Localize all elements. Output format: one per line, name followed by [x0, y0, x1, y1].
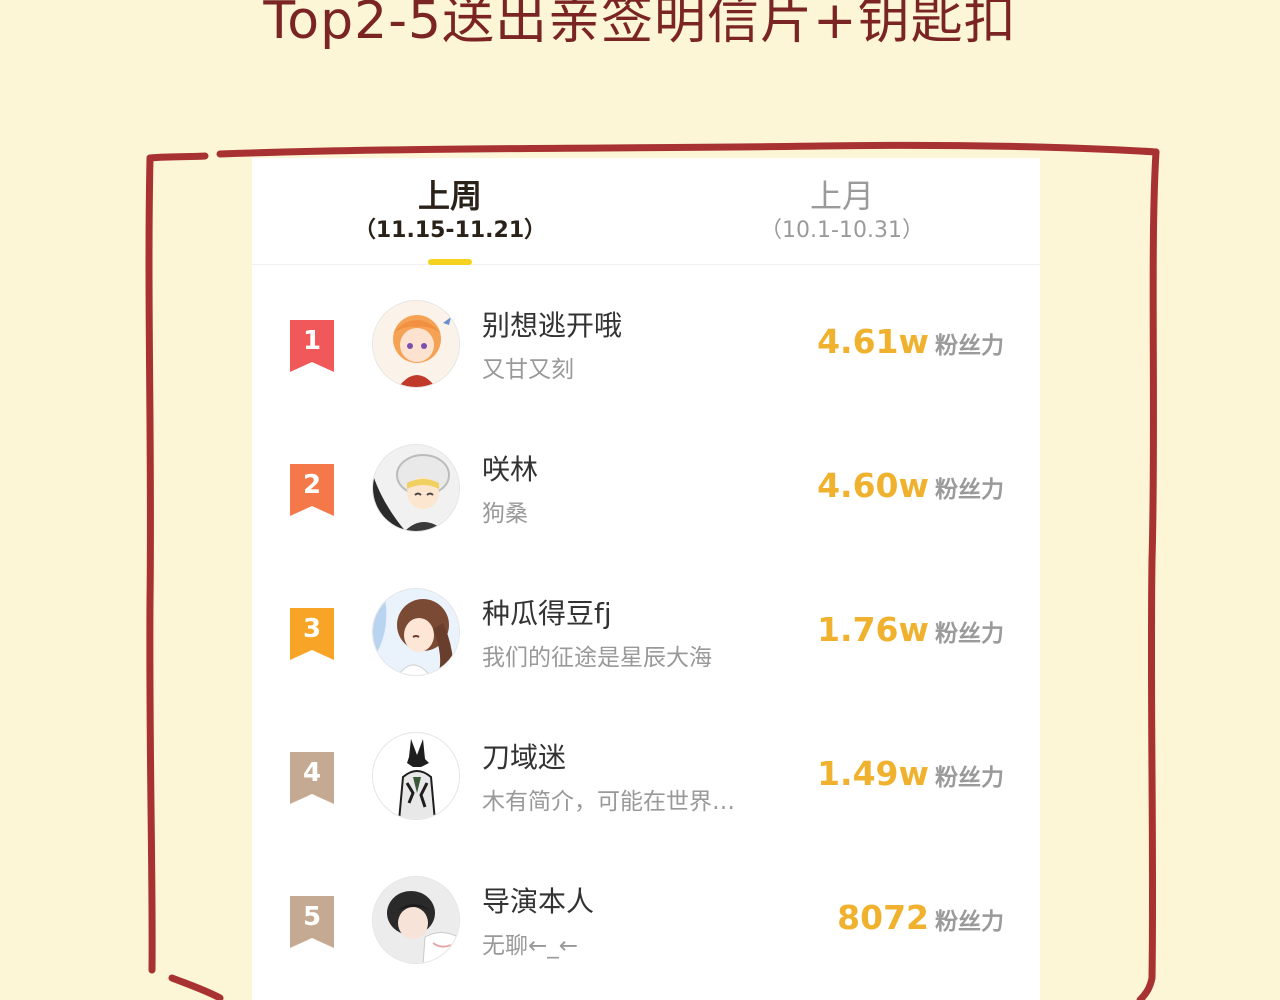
- rank-number: 4: [302, 758, 322, 788]
- user-bio: 狗桑: [482, 501, 528, 527]
- user-bio: 无聊←_←: [482, 933, 579, 959]
- knit-hat-boy-avatar[interactable]: [372, 444, 460, 532]
- fans-value: 4.60w: [817, 466, 929, 505]
- period-tabs: 上周 （11.15-11.21） 上月 （10.1-10.31）: [252, 158, 1040, 265]
- ranking-list: 1 别想逃开哦 又甘又刻 4.61w 粉丝力 2 咲林 狗桑 4.60w 粉丝力…: [252, 264, 1040, 984]
- fans-unit: 粉丝力: [935, 909, 1004, 935]
- fans-unit: 粉丝力: [935, 477, 1004, 503]
- user-name: 种瓜得豆fj: [482, 597, 612, 630]
- tab-label: 上月: [809, 177, 874, 215]
- rank-badge: 1: [290, 320, 334, 372]
- anime-girl-avatar[interactable]: [372, 300, 460, 388]
- fans-value: 8072: [837, 898, 929, 937]
- user-bio: 木有简介，可能在世界…: [482, 789, 735, 815]
- fans-unit: 粉丝力: [935, 621, 1004, 647]
- rank-badge: 2: [290, 464, 334, 516]
- ranking-row[interactable]: 5 导演本人 无聊←_← 8072 粉丝力: [252, 840, 1040, 984]
- dark-hair-boy-avatar[interactable]: [372, 876, 460, 964]
- tab-date-range: （11.15-11.21）: [353, 218, 547, 243]
- rank-number: 2: [302, 470, 322, 500]
- rank-badge: 3: [290, 608, 334, 660]
- fans-score: 4.60w 粉丝力: [817, 466, 1004, 505]
- rank-number: 5: [302, 902, 322, 932]
- user-name: 导演本人: [482, 885, 595, 918]
- jackal-warrior-avatar[interactable]: [372, 732, 460, 820]
- banner-title: Top2-5送出亲签明信片+钥匙扣: [263, 0, 1017, 51]
- ranking-row[interactable]: 4 刀域迷 木有简介，可能在世界… 1.49w 粉丝力: [252, 696, 1040, 840]
- fans-value: 1.49w: [817, 754, 929, 793]
- ranking-row[interactable]: 2 咲林 狗桑 4.60w 粉丝力: [252, 408, 1040, 552]
- tab-last-week[interactable]: 上周 （11.15-11.21）: [300, 176, 600, 246]
- fans-unit: 粉丝力: [935, 333, 1004, 359]
- ranking-row[interactable]: 1 别想逃开哦 又甘又刻 4.61w 粉丝力: [252, 264, 1040, 408]
- fans-unit: 粉丝力: [935, 765, 1004, 791]
- tab-last-month[interactable]: 上月 （10.1-10.31）: [692, 176, 992, 246]
- rank-number: 3: [302, 614, 322, 644]
- brown-hair-girl-avatar[interactable]: [372, 588, 460, 676]
- fans-score: 8072 粉丝力: [837, 898, 1004, 937]
- fans-score: 4.61w 粉丝力: [817, 322, 1004, 361]
- ranking-card: 上周 （11.15-11.21） 上月 （10.1-10.31） 1 别想逃开哦…: [252, 158, 1040, 1000]
- tab-label: 上周: [417, 177, 482, 215]
- fans-score: 1.76w 粉丝力: [817, 610, 1004, 649]
- user-bio: 我们的征途是星辰大海: [482, 645, 712, 671]
- user-name: 咲林: [482, 453, 539, 486]
- user-bio: 又甘又刻: [482, 357, 574, 383]
- rank-number: 1: [302, 326, 322, 356]
- user-name: 刀域迷: [482, 741, 567, 774]
- user-name: 别想逃开哦: [482, 309, 623, 342]
- ranking-row[interactable]: 3 种瓜得豆fj 我们的征途是星辰大海 1.76w 粉丝力: [252, 552, 1040, 696]
- fans-score: 1.49w 粉丝力: [817, 754, 1004, 793]
- fans-value: 1.76w: [817, 610, 929, 649]
- rank-badge: 5: [290, 896, 334, 948]
- fans-value: 4.61w: [817, 322, 929, 361]
- rank-badge: 4: [290, 752, 334, 804]
- tab-date-range: （10.1-10.31）: [760, 218, 924, 243]
